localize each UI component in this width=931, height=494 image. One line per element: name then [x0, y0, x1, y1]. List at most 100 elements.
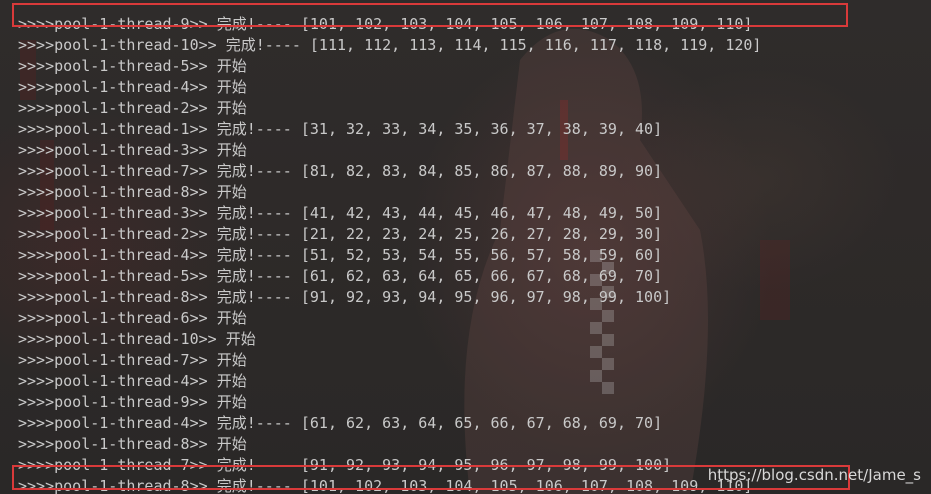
thread-name: pool-1-thread-4 [54, 246, 190, 264]
line-separator: >> [198, 330, 226, 348]
line-prefix: >>>> [18, 309, 55, 327]
line-separator: >> [189, 57, 217, 75]
result-values: [61, 62, 63, 64, 65, 66, 67, 68, 69, 70] [300, 267, 663, 285]
line-separator: >> [189, 456, 217, 474]
status-text: 完成!---- [216, 246, 292, 264]
console-line: >>>>pool-1-thread-6>> 开始 [18, 308, 931, 329]
thread-name: pool-1-thread-4 [54, 78, 190, 96]
console-line: >>>>pool-1-thread-7>> 开始 [18, 350, 931, 371]
thread-name: pool-1-thread-8 [54, 288, 190, 306]
result-values: [21, 22, 23, 24, 25, 26, 27, 28, 29, 30] [300, 225, 663, 243]
console-line: >>>>pool-1-thread-1>> 完成!---- [31, 32, 3… [18, 119, 931, 140]
result-values: [51, 52, 53, 54, 55, 56, 57, 58, 59, 60] [300, 246, 663, 264]
line-prefix: >>>> [18, 183, 55, 201]
line-separator: >> [189, 225, 217, 243]
status-text: 开始 [216, 435, 247, 453]
line-prefix: >>>> [18, 456, 55, 474]
line-separator: >> [189, 309, 217, 327]
console-line: >>>>pool-1-thread-4>> 完成!---- [51, 52, 5… [18, 245, 931, 266]
thread-name: pool-1-thread-5 [54, 267, 190, 285]
line-prefix: >>>> [18, 351, 55, 369]
console-line: >>>>pool-1-thread-5>> 完成!---- [61, 62, 6… [18, 266, 931, 287]
line-prefix: >>>> [18, 36, 55, 54]
line-separator: >> [189, 351, 217, 369]
thread-name: pool-1-thread-7 [54, 162, 190, 180]
thread-name: pool-1-thread-8 [54, 477, 190, 494]
result-values: [81, 82, 83, 84, 85, 86, 87, 88, 89, 90] [300, 162, 663, 180]
status-text: 完成!---- [216, 120, 292, 138]
line-prefix: >>>> [18, 120, 55, 138]
console-output: >>>>pool-1-thread-9>> 完成!---- [101, 102,… [18, 0, 931, 494]
console-line: >>>>pool-1-thread-3>> 完成!---- [41, 42, 4… [18, 203, 931, 224]
line-prefix: >>>> [18, 393, 55, 411]
thread-name: pool-1-thread-4 [54, 414, 190, 432]
result-values: [61, 62, 63, 64, 65, 66, 67, 68, 69, 70] [300, 414, 663, 432]
line-separator: >> [189, 372, 217, 390]
status-text: 开始 [216, 309, 247, 327]
status-text: 开始 [216, 99, 247, 117]
status-text: 开始 [216, 141, 247, 159]
console-line: >>>>pool-1-thread-4>> 开始 [18, 371, 931, 392]
status-text: 开始 [216, 57, 247, 75]
line-separator: >> [189, 393, 217, 411]
line-prefix: >>>> [18, 57, 55, 75]
line-prefix: >>>> [18, 162, 55, 180]
console-line: >>>>pool-1-thread-5>> 开始 [18, 56, 931, 77]
line-separator: >> [189, 141, 217, 159]
status-text: 完成!---- [216, 162, 292, 180]
console-line: >>>>pool-1-thread-9>> 完成!---- [101, 102,… [18, 14, 931, 35]
line-prefix: >>>> [18, 372, 55, 390]
console-line: >>>>pool-1-thread-4>> 完成!---- [61, 62, 6… [18, 413, 931, 434]
console-line: >>>>pool-1-thread-7>> 完成!---- [81, 82, 8… [18, 161, 931, 182]
line-separator: >> [189, 288, 217, 306]
console-line: >>>>pool-1-thread-10>> 开始 [18, 329, 931, 350]
thread-name: pool-1-thread-8 [54, 183, 190, 201]
line-prefix: >>>> [18, 204, 55, 222]
thread-name: pool-1-thread-3 [54, 204, 190, 222]
thread-name: pool-1-thread-7 [54, 351, 190, 369]
console-line: >>>>pool-1-thread-2>> 开始 [18, 98, 931, 119]
line-prefix: >>>> [18, 477, 55, 494]
status-text: 完成!---- [216, 267, 292, 285]
line-prefix: >>>> [18, 78, 55, 96]
result-values: [101, 102, 103, 104, 105, 106, 107, 108,… [300, 477, 753, 494]
thread-name: pool-1-thread-10 [54, 36, 199, 54]
status-text: 开始 [216, 351, 247, 369]
watermark: https://blog.csdn.net/Jame_s [707, 466, 921, 484]
thread-name: pool-1-thread-9 [54, 15, 190, 33]
console-line: >>>>pool-1-thread-8>> 完成!---- [91, 92, 9… [18, 287, 931, 308]
console-line: >>>>pool-1-thread-2>> 完成!---- [21, 22, 2… [18, 224, 931, 245]
status-text: 开始 [216, 372, 247, 390]
thread-name: pool-1-thread-1 [54, 120, 190, 138]
line-prefix: >>>> [18, 141, 55, 159]
status-text: 完成!---- [216, 225, 292, 243]
line-prefix: >>>> [18, 288, 55, 306]
line-separator: >> [189, 99, 217, 117]
status-text: 完成!---- [216, 456, 292, 474]
line-separator: >> [189, 414, 217, 432]
result-values: [101, 102, 103, 104, 105, 106, 107, 108,… [300, 15, 753, 33]
line-separator: >> [189, 477, 217, 494]
line-prefix: >>>> [18, 414, 55, 432]
console-line: >>>>pool-1-thread-10>> 完成!---- [111, 112… [18, 35, 931, 56]
console-line-cutoff [18, 0, 931, 14]
status-text: 完成!---- [216, 15, 292, 33]
result-values: [41, 42, 43, 44, 45, 46, 47, 48, 49, 50] [300, 204, 663, 222]
thread-name: pool-1-thread-2 [54, 225, 190, 243]
line-separator: >> [189, 15, 217, 33]
line-prefix: >>>> [18, 225, 55, 243]
status-text: 完成!---- [216, 414, 292, 432]
result-values: [111, 112, 113, 114, 115, 116, 117, 118,… [309, 36, 762, 54]
result-values: [31, 32, 33, 34, 35, 36, 37, 38, 39, 40] [300, 120, 663, 138]
status-text: 开始 [225, 330, 256, 348]
line-separator: >> [189, 435, 217, 453]
line-prefix: >>>> [18, 99, 55, 117]
result-values: [91, 92, 93, 94, 95, 96, 97, 98, 99, 100… [300, 456, 672, 474]
thread-name: pool-1-thread-2 [54, 99, 190, 117]
terminal-window[interactable]: >>>>pool-1-thread-9>> 完成!---- [101, 102,… [0, 0, 931, 494]
thread-name: pool-1-thread-6 [54, 309, 190, 327]
line-prefix: >>>> [18, 330, 55, 348]
line-separator: >> [189, 246, 217, 264]
thread-name: pool-1-thread-3 [54, 141, 190, 159]
line-separator: >> [189, 204, 217, 222]
